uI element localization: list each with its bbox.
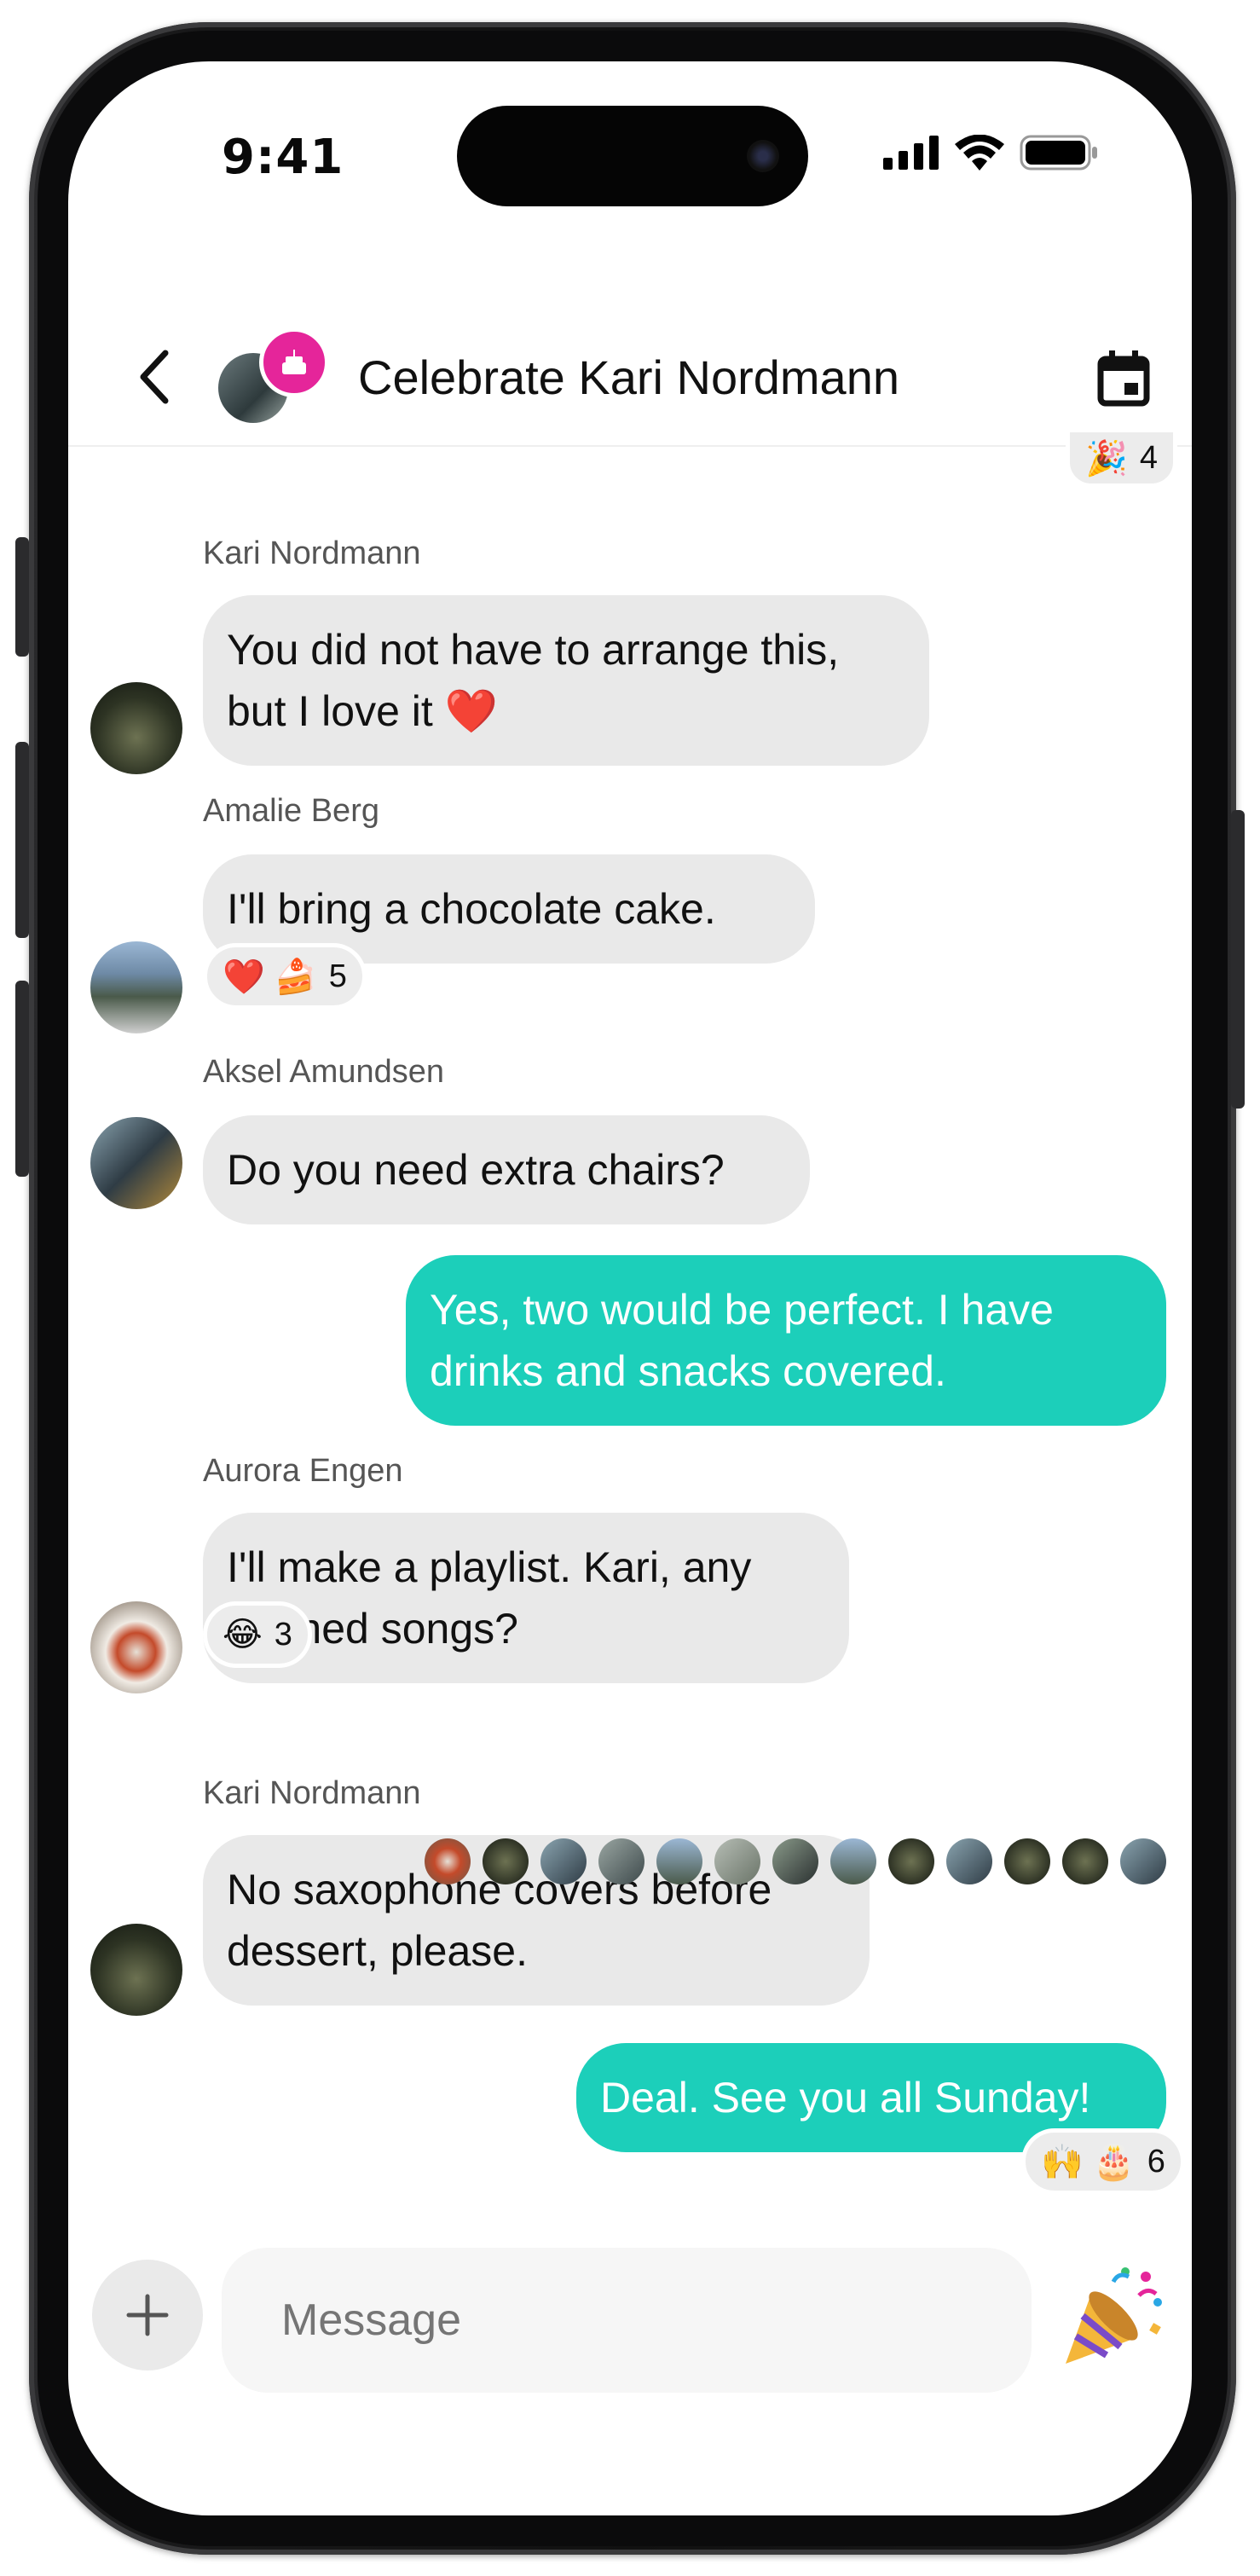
reaction-pill[interactable]: 🙌 🎂 6 [1021,2128,1185,2195]
avatar [772,1838,818,1884]
chevron-left-icon [140,350,169,404]
reaction-pill[interactable]: 🎉 4 [1066,428,1177,488]
status-time: 9:41 [222,130,344,185]
reaction-count: 5 [328,958,347,994]
message-line: Deal. See you all Sunday! [600,2074,1091,2122]
action-button [15,537,29,657]
screen: 9:41 Celebrate Kari Nordmann 🎉 4 Kari No… [68,61,1192,2515]
avatar[interactable] [90,1117,182,1209]
avatar[interactable] [90,1601,182,1693]
sender-name: Aurora Engen [203,1453,403,1489]
avatar [946,1838,992,1884]
avatar[interactable] [90,682,182,774]
avatar [425,1838,471,1884]
status-icons [883,135,1098,171]
message-line: You did not have to arrange this, [227,626,840,674]
reaction-pill[interactable]: ❤️ 🍰 5 [203,943,367,1010]
avatar [1004,1838,1050,1884]
message-line: banned songs? [227,1605,518,1653]
chat-title[interactable]: Celebrate Kari Nordmann [358,350,899,405]
party-button[interactable] [1057,2261,1168,2372]
my-message-bubble[interactable]: Yes, two would be perfect. I have drinks… [406,1255,1166,1426]
wifi-icon [955,135,1004,171]
reaction-pill[interactable]: 😂 3 [203,1601,312,1668]
avatar [540,1838,587,1884]
avatar [888,1838,934,1884]
chat-header: Celebrate Kari Nordmann [68,309,1192,447]
dynamic-island [457,106,808,206]
signal-icon [883,136,939,170]
add-attachment-button[interactable] [92,2260,203,2370]
message-line: Yes, two would be perfect. I have [430,1286,1054,1334]
avatar [1120,1838,1166,1884]
camera-icon [747,140,779,172]
avatar [1062,1838,1108,1884]
power-button [1231,810,1245,1109]
reaction-count: 4 [1139,439,1158,476]
message-line: I'll make a playlist. Kari, any [227,1543,752,1591]
sender-name: Amalie Berg [203,793,379,829]
battery-icon [1020,135,1097,171]
status-bar: 9:41 [68,61,1192,232]
calendar-button[interactable] [1089,344,1158,413]
message-line: drinks and snacks covered. [430,1347,946,1395]
message-line: dessert, please. [227,1927,528,1975]
avatar[interactable] [90,941,182,1033]
reaction-emoji: ❤️ 🍰 [223,958,317,996]
message-line: but I love it ❤️ [227,687,498,735]
sender-name: Aksel Amundsen [203,1054,445,1090]
volume-down-button [15,981,29,1177]
avatar [830,1838,876,1884]
message-bubble[interactable]: You did not have to arrange this, but I … [203,595,929,766]
back-button[interactable] [119,343,188,411]
message-input[interactable] [222,2248,1032,2393]
message-bubble[interactable]: Do you need extra chairs? [203,1115,810,1224]
plus-icon [126,2294,169,2336]
cake-badge-icon [259,327,329,397]
sender-name: Kari Nordmann [203,1775,421,1811]
party-popper-icon [1066,2267,1162,2364]
sender-name: Kari Nordmann [203,535,421,571]
message-line: Do you need extra chairs? [227,1146,725,1194]
avatar [598,1838,644,1884]
reaction-emoji: 🙌 🎂 [1041,2143,1136,2181]
reaction-count: 3 [274,1616,292,1653]
reaction-emoji: 🎉 [1085,439,1128,478]
reaction-emoji: 😂 [223,1616,263,1653]
avatar [656,1838,702,1884]
volume-up-button [15,742,29,938]
avatar [714,1838,760,1884]
avatar[interactable] [90,1924,182,2016]
message-line: I'll bring a chocolate cake. [227,885,716,933]
calendar-icon [1097,350,1150,407]
avatar [483,1838,529,1884]
read-receipts[interactable] [425,1838,1166,1884]
reaction-count: 6 [1147,2143,1165,2179]
